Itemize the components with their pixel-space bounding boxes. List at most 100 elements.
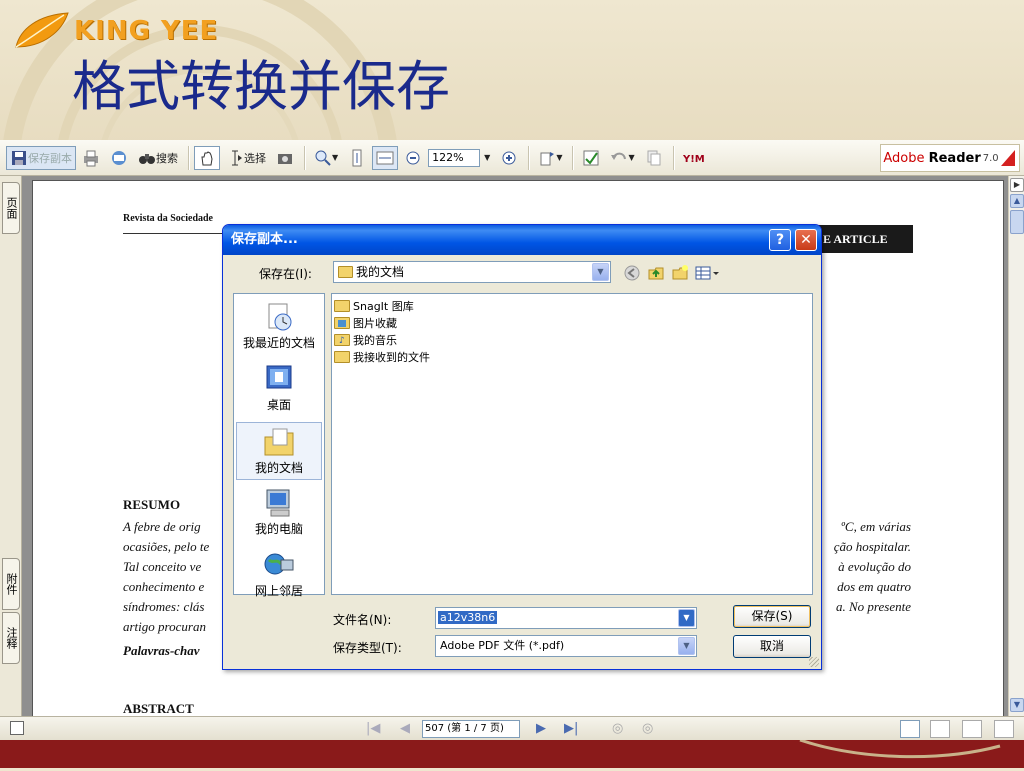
print-button[interactable]	[78, 146, 104, 170]
status-bar: |◀ ◀ 507 (第 1 / 7 页) ▶ ▶| ◎ ◎	[0, 716, 1024, 740]
view-menu-icon[interactable]	[695, 264, 721, 282]
vertical-scrollbar[interactable]: ▶ ▲ ▼	[1008, 176, 1024, 716]
cancel-button[interactable]: 取消	[733, 635, 811, 658]
text-cursor-icon	[226, 149, 244, 167]
pane-toggle-icon[interactable]	[10, 721, 24, 735]
my-documents-icon	[263, 427, 295, 457]
single-page-view-button[interactable]	[900, 720, 920, 738]
save-copy-button[interactable]: 保存副本	[6, 145, 76, 170]
next-page-button[interactable]: ▶	[536, 721, 546, 736]
search-button[interactable]: 搜索	[134, 146, 182, 170]
right-text-line: ºC, em várias	[840, 519, 911, 534]
up-folder-icon[interactable]	[647, 264, 665, 282]
zoom-dropdown[interactable]: ▼	[480, 146, 494, 170]
place-my-documents[interactable]: 我的文档	[236, 422, 322, 480]
list-item[interactable]: ♪ 我的音乐	[334, 331, 810, 348]
undo-icon	[610, 149, 628, 167]
filetype-label: 保存类型(T):	[333, 641, 402, 655]
place-recent-documents[interactable]: 我最近的文档	[236, 298, 322, 356]
continuous-facing-view-button[interactable]	[994, 720, 1014, 738]
svg-text:Y!M: Y!M	[683, 154, 705, 165]
forward-view-button[interactable]: ◎	[642, 721, 653, 736]
search-label: 搜索	[156, 151, 178, 165]
spellcheck-button[interactable]	[578, 146, 604, 170]
pane-arrow-button[interactable]: ▶	[1010, 178, 1024, 192]
places-bar: 我最近的文档 桌面 我的文档 我的电脑 网上邻居	[233, 293, 325, 598]
list-item[interactable]: 图片收藏	[334, 314, 810, 331]
save-in-label: 保存在(I):	[259, 267, 312, 281]
file-list[interactable]: SnagIt 图库 图片收藏 ♪ 我的音乐 我接收到的文件	[331, 293, 813, 595]
undo-button[interactable]: ▼	[606, 146, 638, 170]
place-label: 桌面	[266, 398, 291, 412]
save-button[interactable]: 保存(S)	[733, 605, 811, 628]
copy-icon	[645, 149, 663, 167]
folder-icon	[334, 299, 350, 312]
scroll-thumb[interactable]	[1010, 210, 1024, 234]
tab-pages[interactable]: 页面	[2, 182, 20, 234]
fit-width-button[interactable]	[372, 145, 399, 170]
filetype-select[interactable]: Adobe PDF 文件 (*.pdf) ▼	[435, 635, 697, 657]
right-text-line: à evolução do	[838, 559, 911, 574]
scroll-up-button[interactable]: ▲	[1010, 194, 1024, 208]
tab-comments[interactable]: 注释	[2, 612, 20, 664]
previous-page-button[interactable]: ◀	[400, 721, 410, 736]
my-computer-icon	[263, 488, 295, 518]
fit-page-button[interactable]	[344, 146, 370, 170]
first-page-button[interactable]: |◀	[366, 721, 380, 736]
version-label: 7.0	[982, 152, 999, 164]
slide-bottom-strip	[0, 738, 1024, 768]
save-in-select[interactable]: 我的文档 ▼	[333, 261, 611, 283]
adobe-brand: Adobe	[883, 150, 925, 166]
email-button[interactable]	[106, 146, 132, 170]
toolbar-separator	[188, 145, 190, 170]
decorative-swoosh	[799, 738, 1001, 759]
keywords-line: Palavras-chav	[123, 643, 200, 658]
journal-header: Revista da Sociedade	[123, 213, 213, 224]
zoom-out-button[interactable]	[400, 146, 426, 170]
close-button[interactable]: ✕	[795, 229, 817, 251]
dialog-title-bar[interactable]: 保存副本...	[223, 225, 821, 255]
fit-width-icon	[376, 149, 394, 167]
list-item[interactable]: 我接收到的文件	[334, 348, 810, 365]
place-label: 我的电脑	[254, 522, 303, 536]
facing-view-button[interactable]	[962, 720, 982, 738]
chevron-down-icon[interactable]: ▼	[678, 609, 695, 627]
back-view-button[interactable]: ◎	[612, 721, 623, 736]
save-copy-label: 保存副本	[28, 151, 72, 165]
save-copy-dialog: 保存副本... ? ✕ 保存在(I): 我的文档 ▼ 我最近的文档 桌面 我的文…	[222, 224, 822, 670]
chevron-down-icon[interactable]: ▼	[592, 263, 609, 281]
snapshot-button[interactable]	[272, 146, 298, 170]
select-tool-button[interactable]: 选择	[222, 146, 270, 170]
dialog-title: 保存副本...	[231, 232, 298, 247]
tab-attachments[interactable]: 附件	[2, 558, 20, 610]
filename-input[interactable]: a12v38n6 ▼	[435, 607, 697, 629]
select-label: 选择	[244, 151, 266, 165]
toolbar-separator	[572, 145, 575, 170]
music-folder-icon: ♪	[334, 333, 350, 346]
file-name: 我的音乐	[353, 333, 397, 347]
save-in-value: 我的文档	[356, 265, 405, 279]
zoom-in-button[interactable]	[496, 146, 522, 170]
continuous-view-button[interactable]	[930, 720, 950, 738]
list-item[interactable]: SnagIt 图库	[334, 297, 810, 314]
right-text-line: a. No presente	[836, 599, 911, 614]
page-number-field[interactable]: 507 (第 1 / 7 页)	[422, 720, 520, 738]
hand-tool-button[interactable]	[194, 145, 220, 170]
place-network[interactable]: 网上邻居	[236, 546, 322, 604]
new-folder-icon[interactable]	[671, 264, 689, 282]
rotate-button[interactable]: ▼	[534, 146, 566, 170]
chevron-down-icon[interactable]: ▼	[678, 637, 695, 655]
scroll-down-button[interactable]: ▼	[1010, 698, 1024, 712]
zoom-input[interactable]: 122%	[428, 148, 481, 167]
zoom-tool-button[interactable]: ▼	[310, 146, 342, 170]
yahoo-button[interactable]: Y!M	[679, 146, 717, 170]
binoculars-icon	[138, 149, 156, 167]
copy-button[interactable]	[641, 146, 667, 170]
place-desktop[interactable]: 桌面	[236, 360, 322, 418]
place-label: 我最近的文档	[242, 336, 315, 350]
place-my-computer[interactable]: 我的电脑	[236, 484, 322, 542]
last-page-button[interactable]: ▶|	[564, 721, 578, 736]
help-button[interactable]: ?	[769, 229, 791, 251]
resize-grip[interactable]	[809, 657, 819, 667]
back-icon[interactable]	[623, 264, 641, 282]
